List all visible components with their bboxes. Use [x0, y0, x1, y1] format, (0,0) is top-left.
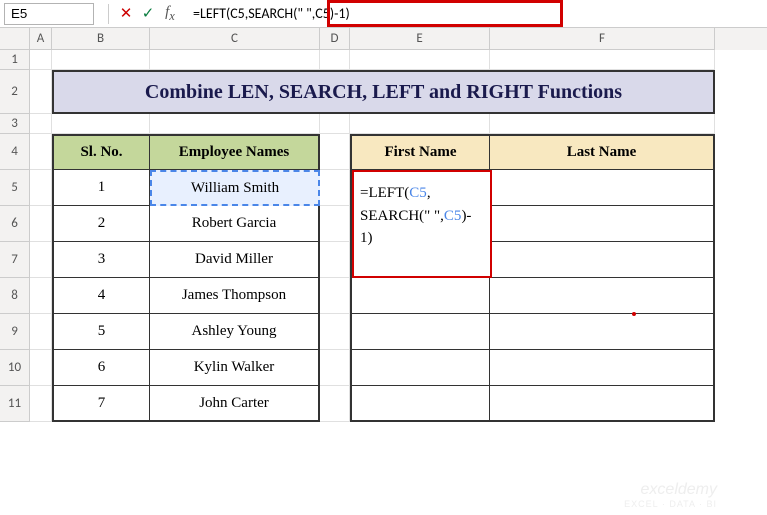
table-cell[interactable]: 4: [52, 278, 150, 314]
row-header-6[interactable]: 6: [0, 206, 30, 242]
cell[interactable]: [320, 134, 350, 170]
table-cell[interactable]: [350, 386, 490, 422]
cell[interactable]: [320, 206, 350, 242]
cell-e5-active[interactable]: =LEFT(C5, SEARCH(" ",C5)- 1): [350, 170, 490, 206]
table-cell[interactable]: [490, 350, 715, 386]
row-header-8[interactable]: 8: [0, 278, 30, 314]
cell[interactable]: [30, 206, 52, 242]
cell[interactable]: [30, 134, 52, 170]
title-cell[interactable]: Combine LEN, SEARCH, LEFT and RIGHT Func…: [52, 70, 715, 114]
fx-icon[interactable]: fx: [159, 4, 181, 24]
cell[interactable]: [150, 50, 320, 70]
col-header-c[interactable]: C: [150, 28, 320, 50]
cell[interactable]: [320, 314, 350, 350]
cell[interactable]: [30, 242, 52, 278]
cell[interactable]: [320, 350, 350, 386]
header-slno[interactable]: Sl. No.: [52, 134, 150, 170]
row-header-5[interactable]: 5: [0, 170, 30, 206]
table-cell[interactable]: [490, 206, 715, 242]
cell[interactable]: [150, 114, 320, 134]
row-header-11[interactable]: 11: [0, 386, 30, 422]
table-cell[interactable]: 2: [52, 206, 150, 242]
header-empname[interactable]: Employee Names: [150, 134, 320, 170]
row-header-3[interactable]: 3: [0, 114, 30, 134]
col-header-b[interactable]: B: [52, 28, 150, 50]
cell[interactable]: [30, 314, 52, 350]
col-header-d[interactable]: D: [320, 28, 350, 50]
table-cell[interactable]: [490, 386, 715, 422]
table-cell[interactable]: 5: [52, 314, 150, 350]
cell[interactable]: [30, 386, 52, 422]
table-cell[interactable]: 1: [52, 170, 150, 206]
cell[interactable]: [490, 114, 715, 134]
row-header-1[interactable]: 1: [0, 50, 30, 70]
header-lname[interactable]: Last Name: [490, 134, 715, 170]
cell[interactable]: [350, 114, 490, 134]
table-cell[interactable]: James Thompson: [150, 278, 320, 314]
enter-icon[interactable]: ✓: [137, 4, 159, 23]
cell[interactable]: [52, 50, 150, 70]
table-cell[interactable]: John Carter: [150, 386, 320, 422]
row-header-2[interactable]: 2: [0, 70, 30, 114]
row-header-9[interactable]: 9: [0, 314, 30, 350]
select-all-corner[interactable]: [0, 28, 30, 50]
column-headers: A B C D E F: [0, 28, 767, 50]
cell[interactable]: [30, 50, 52, 70]
table-cell[interactable]: [350, 314, 490, 350]
cell-c5[interactable]: William Smith: [150, 170, 320, 206]
cell[interactable]: [490, 50, 715, 70]
cell[interactable]: [320, 386, 350, 422]
cell[interactable]: [30, 114, 52, 134]
rows: 1 2 Combine LEN, SEARCH, LEFT and RIGHT …: [0, 50, 767, 422]
cell[interactable]: [30, 170, 52, 206]
cancel-icon[interactable]: ✕: [115, 4, 137, 23]
cell[interactable]: [30, 350, 52, 386]
row-header-10[interactable]: 10: [0, 350, 30, 386]
table-cell[interactable]: Robert Garcia: [150, 206, 320, 242]
table-cell[interactable]: Kylin Walker: [150, 350, 320, 386]
formula-overlay: =LEFT(C5, SEARCH(" ",C5)- 1): [352, 170, 492, 278]
name-box[interactable]: [4, 3, 94, 25]
table-cell[interactable]: David Miller: [150, 242, 320, 278]
cell[interactable]: [52, 114, 150, 134]
table-cell[interactable]: [350, 278, 490, 314]
cell[interactable]: [350, 50, 490, 70]
formula-input[interactable]: =LEFT(C5,SEARCH(" ",C5)-1): [187, 3, 767, 25]
table-cell[interactable]: [490, 170, 715, 206]
col-header-e[interactable]: E: [350, 28, 490, 50]
cell[interactable]: [320, 242, 350, 278]
table-cell[interactable]: Ashley Young: [150, 314, 320, 350]
cell[interactable]: [320, 50, 350, 70]
table-cell[interactable]: [490, 242, 715, 278]
row-header-4[interactable]: 4: [0, 134, 30, 170]
table-cell[interactable]: [490, 278, 715, 314]
cell[interactable]: [320, 170, 350, 206]
table-cell[interactable]: 6: [52, 350, 150, 386]
table-cell[interactable]: [490, 314, 715, 350]
cell[interactable]: [320, 278, 350, 314]
grid-area: A B C D E F 1 2 Combine LEN, SEARCH, LEF…: [0, 28, 767, 515]
table-cell[interactable]: [350, 350, 490, 386]
cell[interactable]: [30, 278, 52, 314]
divider: [108, 4, 109, 24]
red-dot: [632, 312, 636, 316]
col-header-f[interactable]: F: [490, 28, 715, 50]
cell[interactable]: [30, 70, 52, 114]
formula-bar: ✕ ✓ fx =LEFT(C5,SEARCH(" ",C5)-1): [0, 0, 767, 28]
row-header-7[interactable]: 7: [0, 242, 30, 278]
cell[interactable]: [320, 114, 350, 134]
table-cell[interactable]: 3: [52, 242, 150, 278]
table-cell[interactable]: 7: [52, 386, 150, 422]
col-header-a[interactable]: A: [30, 28, 52, 50]
header-fname[interactable]: First Name: [350, 134, 490, 170]
